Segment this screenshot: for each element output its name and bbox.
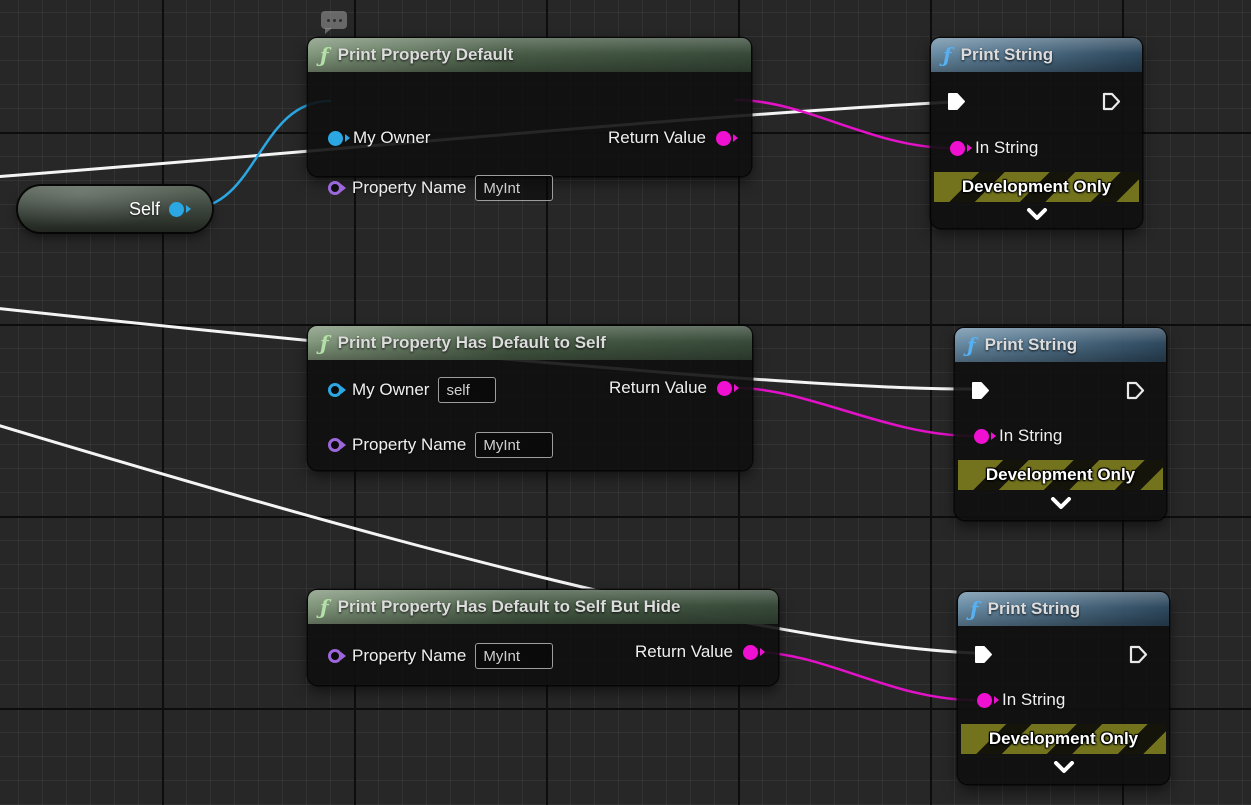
node-print-string-1[interactable]: ƒ Print String In String Development Onl…	[931, 38, 1142, 228]
function-icon: ƒ	[320, 597, 329, 617]
in-string-label: In String	[1002, 690, 1065, 710]
node-print-string-3[interactable]: ƒ Print String In String Development Onl…	[958, 592, 1169, 784]
exec-in-pin[interactable]	[971, 381, 990, 400]
development-only-banner: Development Only	[961, 724, 1166, 754]
property-name-label: Property Name	[352, 435, 466, 455]
node-self-variable[interactable]: Self	[18, 186, 212, 232]
property-name-input[interactable]	[475, 175, 553, 201]
return-value-label: Return Value	[609, 378, 707, 398]
development-only-banner: Development Only	[934, 172, 1139, 202]
exec-in-pin[interactable]	[974, 645, 993, 664]
node-title: Print String	[985, 335, 1078, 355]
exec-out-pin[interactable]	[1126, 381, 1145, 400]
node-print-property-has-default-to-self-but-hide[interactable]: ƒ Print Property Has Default to Self But…	[308, 590, 778, 685]
node-title: Print String	[988, 599, 1081, 619]
property-name-input[interactable]	[475, 432, 553, 458]
my-owner-pin[interactable]	[328, 383, 342, 397]
in-string-label: In String	[999, 426, 1062, 446]
return-value-label: Return Value	[635, 642, 733, 662]
property-name-label: Property Name	[352, 646, 466, 666]
in-string-pin[interactable]	[977, 693, 992, 708]
node-header: ƒ Print Property Has Default to Self But…	[308, 590, 778, 624]
node-header: ƒ Print String	[958, 592, 1169, 626]
node-title: Print Property Has Default to Self But H…	[338, 597, 681, 617]
wire-return-to-instring-2[interactable]	[737, 388, 973, 436]
wire-return-to-instring-3[interactable]	[754, 652, 974, 700]
development-only-text: Development Only	[989, 729, 1138, 749]
node-header: ƒ Print String	[931, 38, 1142, 72]
exec-out-pin[interactable]	[1129, 645, 1148, 664]
blueprint-graph-canvas[interactable]: Self ƒ Print Property Default My Owner R…	[0, 0, 1251, 805]
node-print-property-default[interactable]: ƒ Print Property Default My Owner Return…	[308, 38, 751, 176]
node-print-string-2[interactable]: ƒ Print String In String Development Onl…	[955, 328, 1166, 520]
function-icon: ƒ	[970, 599, 979, 619]
development-only-banner: Development Only	[958, 460, 1163, 490]
expand-chevron-icon[interactable]	[1050, 497, 1072, 510]
node-title: Print String	[961, 45, 1054, 65]
in-string-label: In String	[975, 138, 1038, 158]
return-value-pin[interactable]	[717, 381, 732, 396]
property-name-pin[interactable]	[328, 438, 342, 452]
node-title: Print Property Has Default to Self	[338, 333, 606, 353]
comment-bubble-icon[interactable]	[321, 11, 347, 29]
function-icon: ƒ	[967, 335, 976, 355]
function-icon: ƒ	[320, 45, 329, 65]
node-header: ƒ Print String	[955, 328, 1166, 362]
function-icon: ƒ	[943, 45, 952, 65]
return-value-pin[interactable]	[743, 645, 758, 660]
node-title: Print Property Default	[338, 45, 514, 65]
development-only-text: Development Only	[986, 465, 1135, 485]
return-value-pin[interactable]	[716, 131, 731, 146]
my-owner-label: My Owner	[352, 380, 429, 400]
expand-chevron-icon[interactable]	[1026, 208, 1048, 221]
self-node-label: Self	[129, 199, 160, 220]
return-value-label: Return Value	[608, 128, 706, 148]
my-owner-pin[interactable]	[328, 131, 343, 146]
self-output-pin[interactable]	[169, 202, 184, 217]
development-only-text: Development Only	[962, 177, 1111, 197]
property-name-input[interactable]	[475, 643, 553, 669]
in-string-pin[interactable]	[974, 429, 989, 444]
function-icon: ƒ	[320, 333, 329, 353]
exec-out-pin[interactable]	[1102, 92, 1121, 111]
in-string-pin[interactable]	[950, 141, 965, 156]
exec-in-pin[interactable]	[947, 92, 966, 111]
property-name-pin[interactable]	[328, 649, 342, 663]
node-print-property-has-default-to-self[interactable]: ƒ Print Property Has Default to Self My …	[308, 326, 752, 470]
my-owner-label: My Owner	[353, 128, 430, 148]
expand-chevron-icon[interactable]	[1053, 761, 1075, 774]
my-owner-input[interactable]	[438, 377, 496, 403]
node-header: ƒ Print Property Has Default to Self	[308, 326, 752, 360]
node-header: ƒ Print Property Default	[308, 38, 751, 72]
property-name-pin[interactable]	[328, 181, 342, 195]
property-name-label: Property Name	[352, 178, 466, 198]
